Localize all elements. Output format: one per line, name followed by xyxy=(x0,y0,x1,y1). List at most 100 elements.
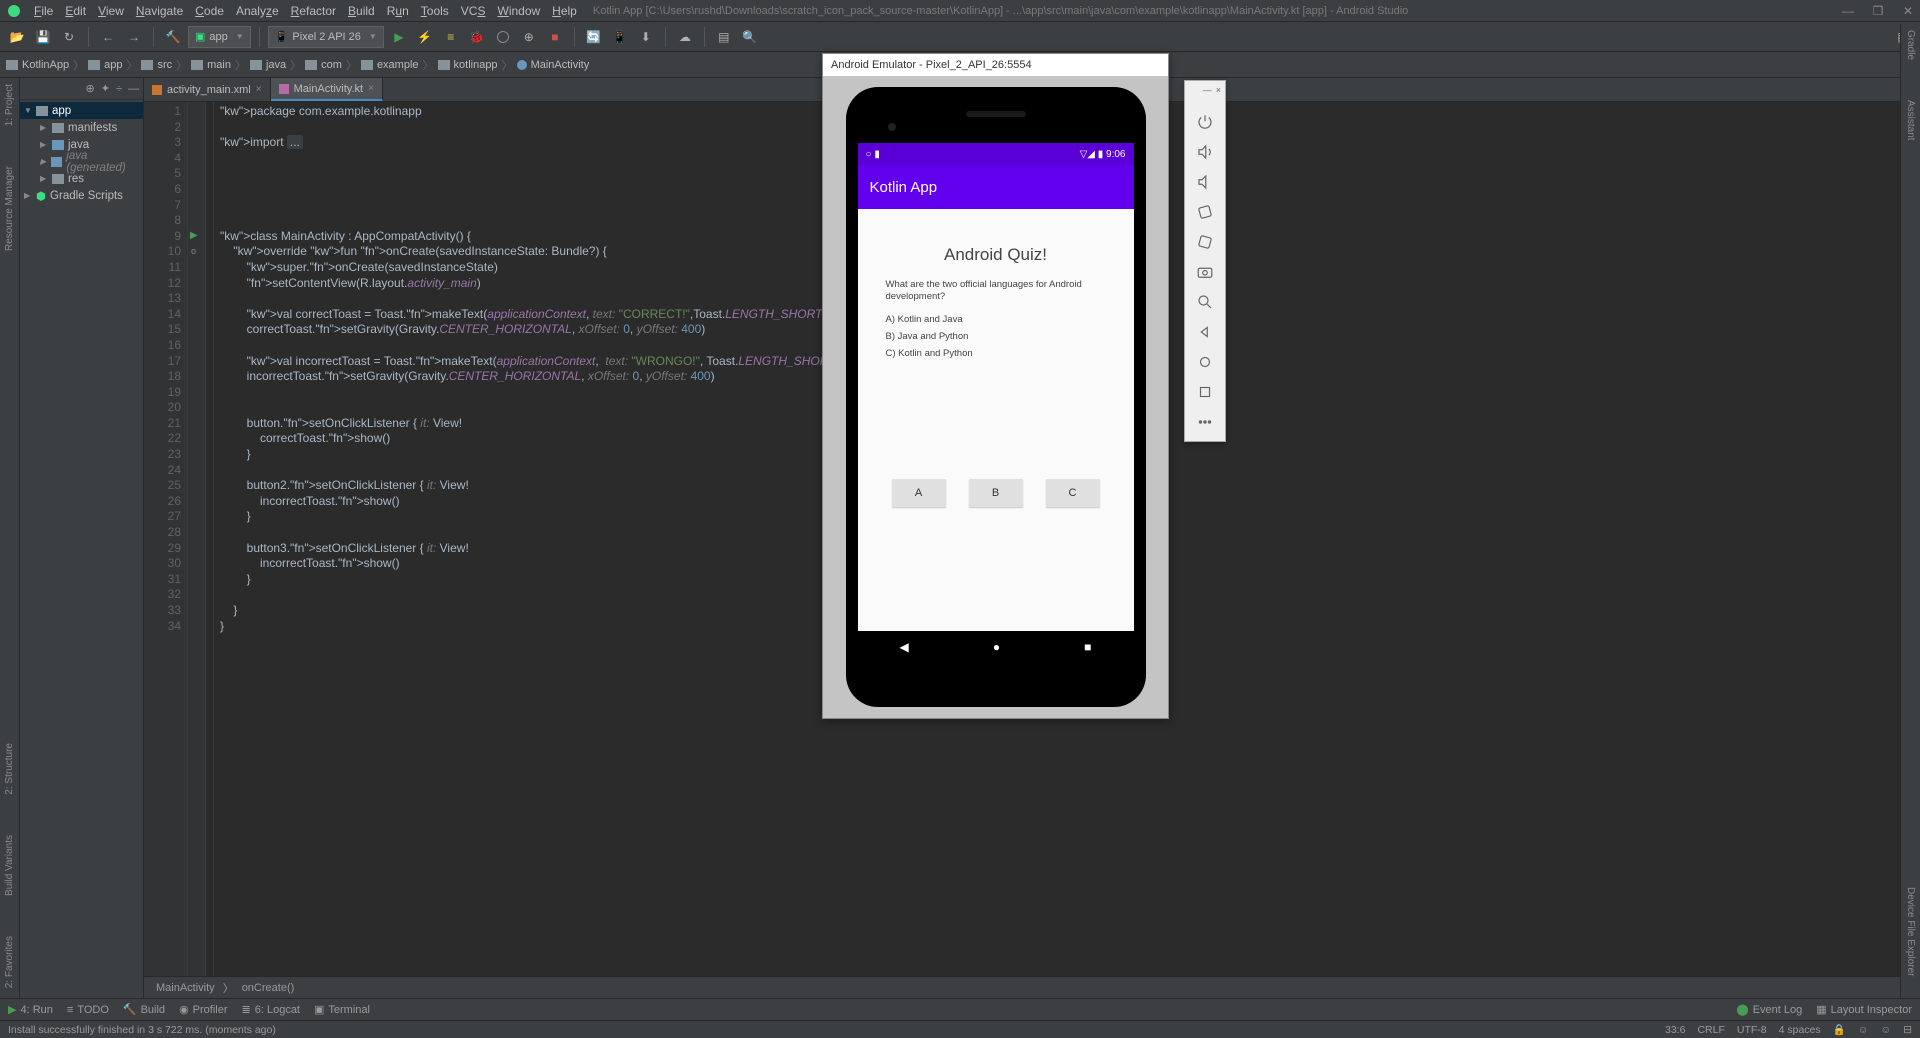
zoom-icon[interactable] xyxy=(1189,287,1221,317)
stop-icon[interactable]: ■ xyxy=(544,26,566,48)
emulator-window[interactable]: Android Emulator - Pixel_2_API_26:5554 ○… xyxy=(822,53,1169,719)
crumb-root[interactable]: KotlinApp xyxy=(6,59,69,71)
menu-edit[interactable]: Edit xyxy=(59,4,92,18)
crumb-main[interactable]: main xyxy=(191,59,231,71)
menu-navigate[interactable]: Navigate xyxy=(130,4,189,18)
crumb-app[interactable]: app xyxy=(88,59,122,71)
answer-button-c[interactable]: C xyxy=(1046,479,1100,507)
emu-overview-icon[interactable] xyxy=(1189,377,1221,407)
menu-code[interactable]: Code xyxy=(189,4,230,18)
menu-build[interactable]: Build xyxy=(342,4,381,18)
menu-tools[interactable]: Tools xyxy=(415,4,455,18)
run-toolwindow-button[interactable]: ▶4: Run xyxy=(8,1003,53,1016)
tree-gradle[interactable]: ▶⬢Gradle Scripts xyxy=(20,187,143,204)
profiler-toolwindow-button[interactable]: ◉ Profiler xyxy=(179,1003,227,1016)
apply-changes-icon[interactable]: ⚡ xyxy=(414,26,436,48)
project-gear-icon[interactable]: ✦ xyxy=(101,82,110,95)
structure-tool-button[interactable]: 2: Structure xyxy=(4,743,15,795)
rotate-left-icon[interactable] xyxy=(1189,197,1221,227)
device-dropdown[interactable]: 📱 Pixel 2 API 26 ▼ xyxy=(268,26,384,48)
forward-icon[interactable]: → xyxy=(123,26,145,48)
menu-view[interactable]: View xyxy=(92,4,130,18)
crumb-method[interactable]: onCreate() xyxy=(242,982,295,994)
close-tab-icon[interactable]: × xyxy=(256,84,262,95)
crumb-kotlinapp[interactable]: kotlinapp xyxy=(438,59,498,71)
emulator-titlebar[interactable]: Android Emulator - Pixel_2_API_26:5554 xyxy=(823,54,1168,76)
line-separator[interactable]: CRLF xyxy=(1697,1024,1724,1036)
project-tree[interactable]: ▼app ▶manifests ▶java ▶java (generated) … xyxy=(20,100,143,998)
memory-icon[interactable]: ☺ xyxy=(1880,1024,1891,1036)
menu-file[interactable]: File xyxy=(28,4,59,18)
answer-button-a[interactable]: A xyxy=(892,479,946,507)
crumb-class[interactable]: MainActivity xyxy=(156,982,215,994)
emu-back-icon[interactable] xyxy=(1189,317,1221,347)
build-variants-tool-button[interactable]: Build Variants xyxy=(4,835,15,896)
rotate-right-icon[interactable] xyxy=(1189,227,1221,257)
tree-java-gen[interactable]: ▶java (generated) xyxy=(20,153,143,170)
profile-icon[interactable] xyxy=(492,26,514,48)
caret-position[interactable]: 33:6 xyxy=(1665,1024,1685,1036)
crumb-example[interactable]: example xyxy=(361,59,419,71)
menu-run[interactable]: Run xyxy=(381,4,415,18)
window-maximize-icon[interactable]: ❐ xyxy=(1872,4,1884,18)
sync-icon[interactable]: ↻ xyxy=(58,26,80,48)
terminal-toolwindow-button[interactable]: ▣ Terminal xyxy=(314,1003,370,1016)
override-gutter-icon[interactable]: o xyxy=(191,244,196,260)
lock-icon[interactable]: 🔒 xyxy=(1833,1023,1846,1036)
crumb-com[interactable]: com xyxy=(305,59,342,71)
cloud-icon[interactable]: ☁ xyxy=(674,26,696,48)
todo-toolwindow-button[interactable]: ≡ TODO xyxy=(67,1004,109,1016)
debug-icon[interactable]: 🐞 xyxy=(466,26,488,48)
menu-analyze[interactable]: Analyze xyxy=(230,4,285,18)
emulator-controls-panel[interactable]: —× xyxy=(1184,80,1226,442)
project-hide-icon[interactable]: — xyxy=(128,83,139,95)
close-tab-icon[interactable]: × xyxy=(368,83,374,94)
back-icon[interactable]: ← xyxy=(97,26,119,48)
apply-code-icon[interactable]: ≡ xyxy=(440,26,462,48)
project-collapse-icon[interactable]: ÷ xyxy=(116,83,122,95)
open-icon[interactable]: 📂 xyxy=(6,26,28,48)
tab-mainactivity-kt[interactable]: MainActivity.kt× xyxy=(271,78,383,101)
structure-icon[interactable]: ▤ xyxy=(713,26,735,48)
emulator-close-icon[interactable]: × xyxy=(1216,85,1221,101)
layout-inspector-button[interactable]: ▦ Layout Inspector xyxy=(1816,1003,1912,1016)
assistant-tool-button[interactable]: Assistant xyxy=(1905,100,1916,141)
avd-manager-icon[interactable]: 📱 xyxy=(609,26,631,48)
tree-manifests[interactable]: ▶manifests xyxy=(20,119,143,136)
screenshot-icon[interactable] xyxy=(1189,257,1221,287)
sdk-manager-icon[interactable]: ⬇ xyxy=(635,26,657,48)
nav-back-icon[interactable]: ◀ xyxy=(900,640,909,654)
tree-app[interactable]: ▼app xyxy=(20,102,143,119)
heap-icon[interactable]: ⊟ xyxy=(1903,1024,1912,1036)
gradle-tool-button[interactable]: Gradle xyxy=(1905,30,1916,60)
event-log-button[interactable]: ⬤ Event Log xyxy=(1736,1003,1802,1016)
favorites-tool-button[interactable]: 2: Favorites xyxy=(4,936,15,988)
nav-recents-icon[interactable]: ■ xyxy=(1084,640,1091,654)
run-config-dropdown[interactable]: ▣ app ▼ xyxy=(188,26,251,48)
menu-vcs[interactable]: VCS xyxy=(455,4,492,18)
crumb-mainactivity[interactable]: MainActivity xyxy=(517,59,590,71)
volume-up-icon[interactable] xyxy=(1189,137,1221,167)
indent-setting[interactable]: 4 spaces xyxy=(1779,1024,1821,1036)
run-icon[interactable]: ▶ xyxy=(388,26,410,48)
window-close-icon[interactable]: ✕ xyxy=(1902,4,1914,18)
phone-screen[interactable]: ○ ▮ ▽◢ ▮ 9:06 Kotlin App Android Quiz! W… xyxy=(858,143,1134,663)
tab-activity-main-xml[interactable]: activity_main.xml× xyxy=(144,78,271,101)
device-explorer-tool-button[interactable]: Device File Explorer xyxy=(1905,887,1916,976)
search-icon[interactable]: 🔍 xyxy=(739,26,761,48)
attach-debugger-icon[interactable]: ⊕ xyxy=(518,26,540,48)
nav-home-icon[interactable]: ● xyxy=(993,640,1000,654)
inspection-icon[interactable]: ☺ xyxy=(1858,1024,1869,1036)
sync-gradle-icon[interactable]: 🔄 xyxy=(583,26,605,48)
menu-refactor[interactable]: Refactor xyxy=(285,4,342,18)
emulator-minimize-icon[interactable]: — xyxy=(1203,85,1212,101)
file-encoding[interactable]: UTF-8 xyxy=(1737,1024,1767,1036)
power-icon[interactable] xyxy=(1189,107,1221,137)
project-dropdown-icon[interactable]: ⊕ xyxy=(86,82,95,95)
menu-window[interactable]: Window xyxy=(491,4,546,18)
logcat-toolwindow-button[interactable]: ≣ 6: Logcat xyxy=(242,1003,300,1016)
volume-down-icon[interactable] xyxy=(1189,167,1221,197)
crumb-java[interactable]: java xyxy=(250,59,286,71)
answer-button-b[interactable]: B xyxy=(969,479,1023,507)
build-toolwindow-button[interactable]: 🔨 Build xyxy=(123,1003,165,1016)
